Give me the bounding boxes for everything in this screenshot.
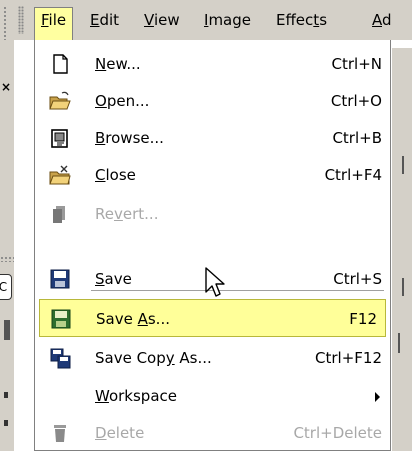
close-icon[interactable]: × — [1, 80, 11, 94]
close-folder-icon — [49, 165, 71, 185]
menu-item-label: Close — [95, 166, 136, 184]
panel-fragment — [398, 333, 400, 353]
panel-fragment — [402, 156, 404, 174]
shortcut-label: F12 — [349, 310, 377, 328]
file-menu-dropdown: New... Ctrl+N Open... Ctrl+O Browse... C… — [34, 40, 391, 451]
menu-item-label: Save Copy As... — [95, 349, 212, 367]
menu-item-label: Delete — [95, 424, 145, 442]
menu-item-save-as[interactable]: Save As... F12 — [39, 299, 386, 337]
toolbar-fragment — [4, 392, 8, 398]
menu-edit[interactable]: Edit — [84, 8, 125, 32]
save-copy-icon — [50, 348, 71, 369]
shortcut-label: Ctrl+F12 — [315, 349, 382, 367]
menu-item-revert: Revert... — [35, 195, 390, 233]
menu-item-save-copy-as[interactable]: Save Copy As... Ctrl+F12 — [35, 339, 390, 377]
menu-bar: File Edit View Image Effects Ad — [14, 0, 412, 41]
grip-handle[interactable] — [18, 6, 24, 34]
menu-item-new[interactable]: New... Ctrl+N — [35, 45, 390, 83]
partial-button[interactable]: C — [0, 274, 12, 300]
menu-item-label: New... — [95, 55, 141, 73]
revert-icon — [53, 206, 65, 223]
save-as-icon — [51, 309, 71, 329]
menu-view[interactable]: View — [138, 8, 186, 32]
browse-icon — [51, 129, 68, 148]
grip-handle[interactable] — [3, 6, 7, 40]
background-panel — [392, 48, 412, 451]
menu-item-close[interactable]: Close Ctrl+F4 — [35, 156, 390, 194]
menu-item-browse[interactable]: Browse... Ctrl+B — [35, 119, 390, 157]
menu-item-label: Open... — [95, 92, 150, 110]
save-icon — [50, 269, 70, 289]
menu-item-label: Save — [95, 270, 132, 288]
menu-item-label: Browse... — [95, 129, 164, 147]
menu-item-label: Revert... — [95, 205, 159, 223]
menu-item-label: Workspace — [95, 387, 177, 405]
menu-item-open[interactable]: Open... Ctrl+O — [35, 82, 390, 120]
submenu-arrow-icon — [375, 392, 380, 402]
toolbar-fragment — [4, 420, 8, 426]
mouse-pointer-icon — [205, 267, 225, 297]
shortcut-label: Ctrl+N — [331, 55, 382, 73]
panel-fragment — [402, 278, 404, 296]
menu-item-label: Save As... — [96, 310, 170, 328]
shortcut-label: Ctrl+O — [330, 92, 382, 110]
menu-effects[interactable]: Effects — [270, 8, 333, 32]
trash-icon — [54, 425, 66, 442]
toolbar-fragment — [4, 320, 10, 340]
open-folder-icon — [49, 91, 71, 110]
menu-image[interactable]: Image — [198, 8, 257, 32]
shortcut-label: Ctrl+F4 — [324, 166, 382, 184]
shortcut-label: Ctrl+B — [332, 129, 382, 147]
grip-handle[interactable] — [0, 256, 14, 262]
shortcut-label: Ctrl+S — [333, 270, 382, 288]
menu-adjustments[interactable]: Ad — [366, 8, 398, 32]
menu-file[interactable]: File — [34, 7, 74, 41]
new-document-icon — [53, 54, 68, 74]
left-toolbar-strip: × C — [0, 0, 14, 451]
shortcut-label: Ctrl+Delete — [293, 424, 382, 442]
menu-item-delete: Delete Ctrl+Delete — [35, 414, 390, 452]
menu-item-workspace[interactable]: Workspace — [35, 377, 390, 415]
